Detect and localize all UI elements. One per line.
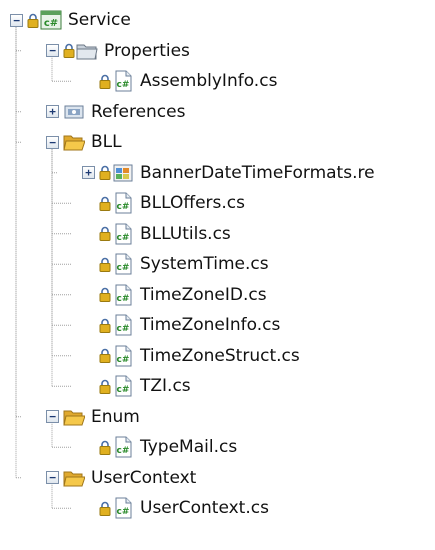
tree-node[interactable]: + References	[46, 97, 185, 127]
svg-text:c#: c#	[117, 294, 130, 304]
svg-text:c#: c#	[117, 507, 130, 517]
folder-open-icon	[63, 467, 86, 489]
tree-node[interactable]: c# TZI.cs	[82, 371, 191, 401]
source-control-lock-icon	[99, 348, 111, 363]
csharp-file-icon: c#	[112, 314, 134, 336]
tree-node[interactable]: − UserContext	[46, 463, 196, 493]
folder-open-icon	[63, 406, 86, 428]
csharp-file-icon: c#	[112, 436, 134, 458]
tree-node[interactable]: − Properties	[46, 36, 190, 66]
source-control-lock-icon	[99, 74, 111, 89]
source-control-lock-icon	[63, 43, 75, 58]
tree-node[interactable]: − Enum	[46, 402, 140, 432]
svg-text:c#: c#	[44, 18, 58, 29]
tree-node-label: TimeZoneInfo.cs	[140, 315, 281, 335]
csharp-file-icon: c#	[112, 253, 134, 275]
csharp-file-icon: c#	[112, 497, 134, 519]
tree-node-label: Enum	[91, 406, 140, 427]
svg-text:c#: c#	[117, 385, 130, 395]
csharp-file-icon: c#	[112, 192, 134, 214]
tree-node-label: BannerDateTimeFormats.re	[140, 162, 375, 183]
tree-node-label: TimeZoneStruct.cs	[140, 345, 300, 366]
tree-node[interactable]: c# TimeZoneID.cs	[82, 280, 267, 310]
collapse-toggle-icon[interactable]: −	[10, 13, 23, 27]
tree-node-label: Service	[68, 10, 131, 30]
svg-text:c#: c#	[117, 355, 130, 365]
collapse-toggle-icon[interactable]: −	[46, 410, 59, 423]
tree-node[interactable]: c# BLLOffers.cs	[82, 188, 245, 218]
tree-node[interactable]: c# AssemblyInfo.cs	[82, 66, 277, 96]
tree-node[interactable]: c# TimeZoneStruct.cs	[82, 341, 300, 371]
properties-folder-icon	[76, 40, 98, 62]
tree-node[interactable]: c# TimeZoneInfo.cs	[82, 310, 280, 340]
csharp-file-icon: c#	[112, 223, 134, 245]
expand-toggle-icon[interactable]: +	[46, 105, 59, 118]
svg-text:c#: c#	[117, 233, 130, 243]
tree-node-label: TypeMail.cs	[140, 437, 238, 457]
tree-node-label: BLLUtils.cs	[140, 223, 231, 244]
tree-node-label: TimeZoneID.cs	[140, 284, 267, 305]
tree-node[interactable]: + BannerDateTimeFormats.re	[82, 158, 375, 188]
tree-node[interactable]: c# BLLUtils.cs	[82, 219, 231, 249]
tree-node-label: BLLOffers.cs	[140, 193, 246, 213]
svg-text:c#: c#	[117, 80, 130, 90]
source-control-lock-icon	[99, 318, 111, 333]
svg-text:c#: c#	[117, 202, 130, 212]
collapse-toggle-icon[interactable]: −	[46, 135, 59, 149]
tree-node-label: TZI.cs	[140, 376, 191, 396]
tree-node-label: UserContext.cs	[140, 498, 269, 518]
tree-node-label: SystemTime.cs	[140, 254, 269, 274]
source-control-lock-icon	[99, 165, 111, 180]
svg-text:c#: c#	[117, 446, 130, 456]
collapse-toggle-icon[interactable]: −	[46, 44, 59, 57]
folder-open-icon	[63, 131, 86, 153]
svg-text:c#: c#	[117, 324, 130, 334]
tree-node[interactable]: c# TypeMail.cs	[82, 432, 237, 462]
source-control-lock-icon	[99, 440, 111, 455]
source-control-lock-icon	[99, 287, 111, 302]
expand-toggle-icon[interactable]: +	[82, 166, 95, 179]
source-control-lock-icon	[27, 13, 39, 28]
source-control-lock-icon	[99, 257, 111, 272]
solution-explorer-tree: − c# Service − Properties c# AssemblyInfo.cs + R…	[0, 0, 435, 550]
tree-node[interactable]: c# UserContext.cs	[82, 493, 269, 523]
csharp-project-icon: c#	[40, 9, 62, 31]
references-icon	[63, 101, 85, 123]
tree-node-label: UserContext	[91, 467, 197, 488]
collapse-toggle-icon[interactable]: −	[46, 471, 59, 484]
source-control-lock-icon	[99, 379, 111, 394]
source-control-lock-icon	[99, 226, 111, 241]
tree-node-label: Properties	[104, 40, 190, 61]
tree-node-label: AssemblyInfo.cs	[140, 71, 278, 91]
svg-text:c#: c#	[117, 263, 130, 273]
source-control-lock-icon	[99, 196, 111, 211]
source-control-lock-icon	[99, 501, 111, 516]
tree-node-label: BLL	[91, 132, 122, 152]
tree-node-label: References	[91, 101, 186, 122]
csharp-file-icon: c#	[112, 284, 134, 306]
tree-node[interactable]: c# SystemTime.cs	[82, 249, 269, 279]
tree-node[interactable]: − BLL	[46, 127, 122, 157]
resource-file-icon	[112, 162, 134, 184]
csharp-file-icon: c#	[112, 345, 134, 367]
csharp-file-icon: c#	[112, 70, 134, 92]
csharp-file-icon: c#	[112, 375, 134, 397]
tree-node[interactable]: − c# Service	[10, 5, 131, 35]
